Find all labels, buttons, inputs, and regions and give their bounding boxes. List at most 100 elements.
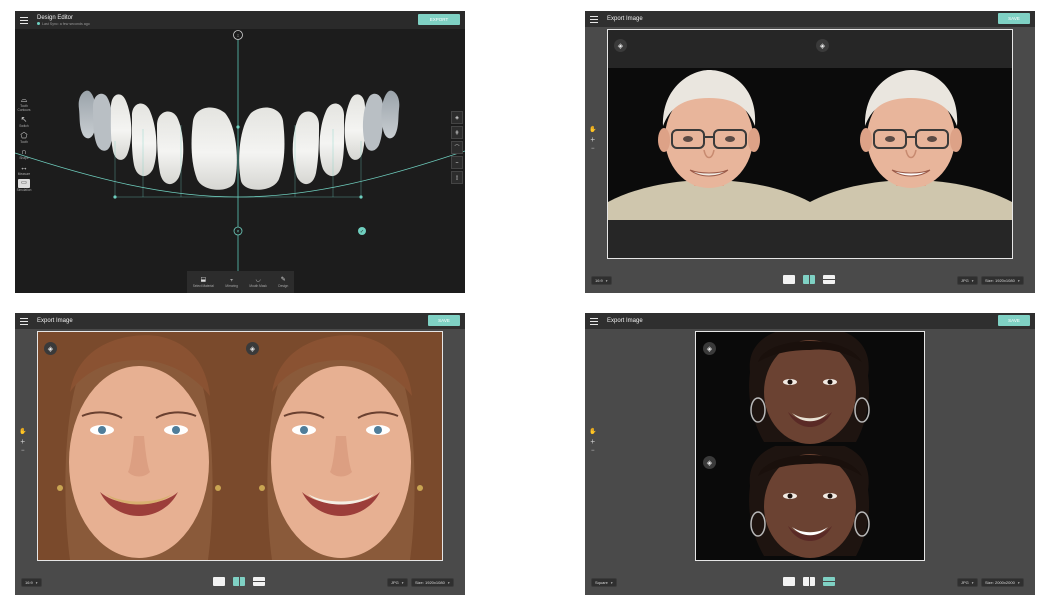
layout-stacked-button[interactable] (823, 275, 835, 284)
size-select[interactable]: Size: 1920x1080 ▾ (981, 276, 1024, 285)
sync-dot-icon (37, 22, 40, 25)
tooth-right-premolar-2[interactable] (362, 93, 383, 151)
tool-shape[interactable]: ∩ Shape (17, 147, 31, 160)
smile-curve-handle-right[interactable] (359, 195, 363, 199)
tooth-right-canine[interactable] (319, 103, 345, 177)
chevron-down-icon: ▾ (1017, 278, 1020, 283)
zoom-out-icon[interactable]: − (591, 146, 595, 152)
hand-pan-icon[interactable]: ✋ (589, 127, 596, 133)
grid-icon[interactable]: ⋕ (451, 126, 463, 139)
size-select[interactable]: Size: 2000x2000 ▾ (981, 578, 1024, 587)
export-button[interactable]: EXPORT (418, 14, 460, 25)
hand-pan-icon[interactable]: ✋ (589, 429, 596, 435)
hamburger-menu-icon[interactable] (20, 16, 28, 24)
upper-arch-icon[interactable]: ⌒ (451, 141, 463, 154)
tooth-right-central[interactable] (239, 107, 285, 190)
export-preview[interactable]: ◈ ◈ (695, 331, 925, 561)
export-bottombar: 16:9 ▾ JPG ▾ Size: 1920x1080 ▾ (585, 271, 1035, 293)
export-bottombar: 16:9 ▾ JPG ▾ Size: 1920x1080 ▾ (15, 573, 465, 595)
tool-mouth-mask[interactable]: ◡ Mouth Mask (249, 277, 266, 288)
aspect-ratio-select[interactable]: 16:9 ▾ (21, 578, 42, 587)
zoom-out-icon[interactable]: − (21, 448, 25, 454)
aspect-ratio-select[interactable]: Square ▾ (591, 578, 617, 587)
export-topbar: Export Image SAVE (15, 313, 465, 329)
zoom-in-icon[interactable]: + (20, 438, 25, 446)
layout-stacked-button[interactable] (823, 577, 835, 586)
save-button[interactable]: SAVE (428, 315, 460, 326)
layers-icon[interactable]: ◈ (451, 111, 463, 124)
export-preview[interactable]: ◈ ◈ (37, 331, 443, 561)
before-photo (696, 332, 924, 446)
hamburger-menu-icon[interactable] (590, 15, 598, 23)
layers-icon[interactable]: ◈ (703, 342, 716, 355)
before-photo (38, 332, 240, 560)
lower-arch-icon[interactable]: ⌣ (451, 156, 463, 169)
export-preview[interactable]: ◈ ◈ (607, 29, 1013, 259)
layers-icon[interactable]: ◈ (246, 342, 259, 355)
tool-label: Design (278, 283, 289, 288)
tooth-left-lateral[interactable] (157, 111, 184, 185)
chevron-down-icon: ▾ (447, 580, 450, 585)
layers-icon[interactable]: ◈ (44, 342, 57, 355)
layout-stacked-button[interactable] (253, 577, 265, 586)
export-title: Export Image (607, 318, 643, 324)
chevron-down-icon: ▾ (971, 278, 974, 283)
tool-mirroring[interactable]: ⫟ Mirroring (225, 277, 238, 288)
tooth-left-premolar-1[interactable] (110, 94, 132, 160)
tooth-contours-icon: ⌓ (20, 95, 28, 104)
midline-node-upper[interactable] (236, 125, 240, 129)
sync-status-text: Last Sync: a few seconds ago (42, 21, 90, 26)
format-select[interactable]: JPG ▾ (957, 578, 978, 587)
tool-select-material[interactable]: ⬓ Select Material (193, 277, 214, 288)
mirroring-icon: ⫟ (229, 276, 234, 283)
save-button[interactable]: SAVE (998, 315, 1030, 326)
zoom-in-icon[interactable]: + (590, 136, 595, 144)
export-title: Export Image (607, 16, 643, 22)
tool-design[interactable]: ✎ Design (278, 277, 288, 288)
hamburger-menu-icon[interactable] (590, 317, 598, 325)
format-value: JPG (961, 580, 969, 585)
format-value: JPG (391, 580, 399, 585)
tool-label: Switch (19, 124, 29, 128)
layout-side-by-side-button[interactable] (803, 577, 815, 586)
smile-curve-handle-left[interactable] (113, 195, 117, 199)
chevron-down-icon: ▾ (35, 580, 38, 585)
tooth-left-central[interactable] (191, 107, 237, 190)
tool-simulation[interactable]: ▭ Simulation (17, 179, 31, 192)
layers-icon[interactable]: ◈ (703, 456, 716, 469)
layout-single-button[interactable] (783, 577, 795, 586)
layout-side-by-side-button[interactable] (803, 275, 815, 284)
layers-icon[interactable]: ◈ (816, 39, 829, 52)
tooth-left-premolar-2[interactable] (93, 93, 114, 151)
left-tool-strip: ⌓ Tooth Contours ↖ Switch ⬠ Tooth ∩ Shape ↔ M… (17, 95, 32, 192)
tool-switch[interactable]: ↖ Switch (17, 115, 31, 128)
svg-text:↕: ↕ (237, 33, 240, 39)
chevron-down-icon: ▾ (605, 278, 608, 283)
tool-tooth-contours[interactable]: ⌓ Tooth Contours (17, 95, 31, 112)
layout-single-button[interactable] (213, 577, 225, 586)
zoom-in-icon[interactable]: + (590, 438, 595, 446)
tool-measure[interactable]: ↔ Measure (17, 163, 31, 176)
tooth-right-premolar-1[interactable] (344, 94, 366, 160)
save-button[interactable]: SAVE (998, 13, 1030, 24)
cursor-icon: ↖ (20, 115, 28, 124)
panel-icon[interactable]: ▯ (451, 171, 463, 184)
format-value: JPG (961, 278, 969, 283)
aspect-ratio-select[interactable]: 16:9 ▾ (591, 276, 612, 285)
tool-tooth[interactable]: ⬠ Tooth (17, 131, 31, 144)
layers-icon[interactable]: ◈ (614, 39, 627, 52)
format-select[interactable]: JPG ▾ (957, 276, 978, 285)
size-select[interactable]: Size: 1920x1080 ▾ (411, 578, 454, 587)
hamburger-menu-icon[interactable] (20, 317, 28, 325)
editor-topbar: Design Editor Last Sync: a few seconds a… (15, 11, 465, 29)
zoom-tools: ✋ + − (19, 429, 26, 454)
layout-single-button[interactable] (783, 275, 795, 284)
tooth-left-canine[interactable] (131, 103, 157, 177)
smile-design-canvas[interactable]: ↕ × ✓ (15, 29, 465, 293)
layout-side-by-side-button[interactable] (233, 577, 245, 586)
hand-pan-icon[interactable]: ✋ (19, 429, 26, 435)
format-select[interactable]: JPG ▾ (387, 578, 408, 587)
zoom-out-icon[interactable]: − (591, 448, 595, 454)
tooth-right-molar[interactable] (381, 90, 400, 139)
tooth-right-lateral[interactable] (292, 111, 319, 185)
